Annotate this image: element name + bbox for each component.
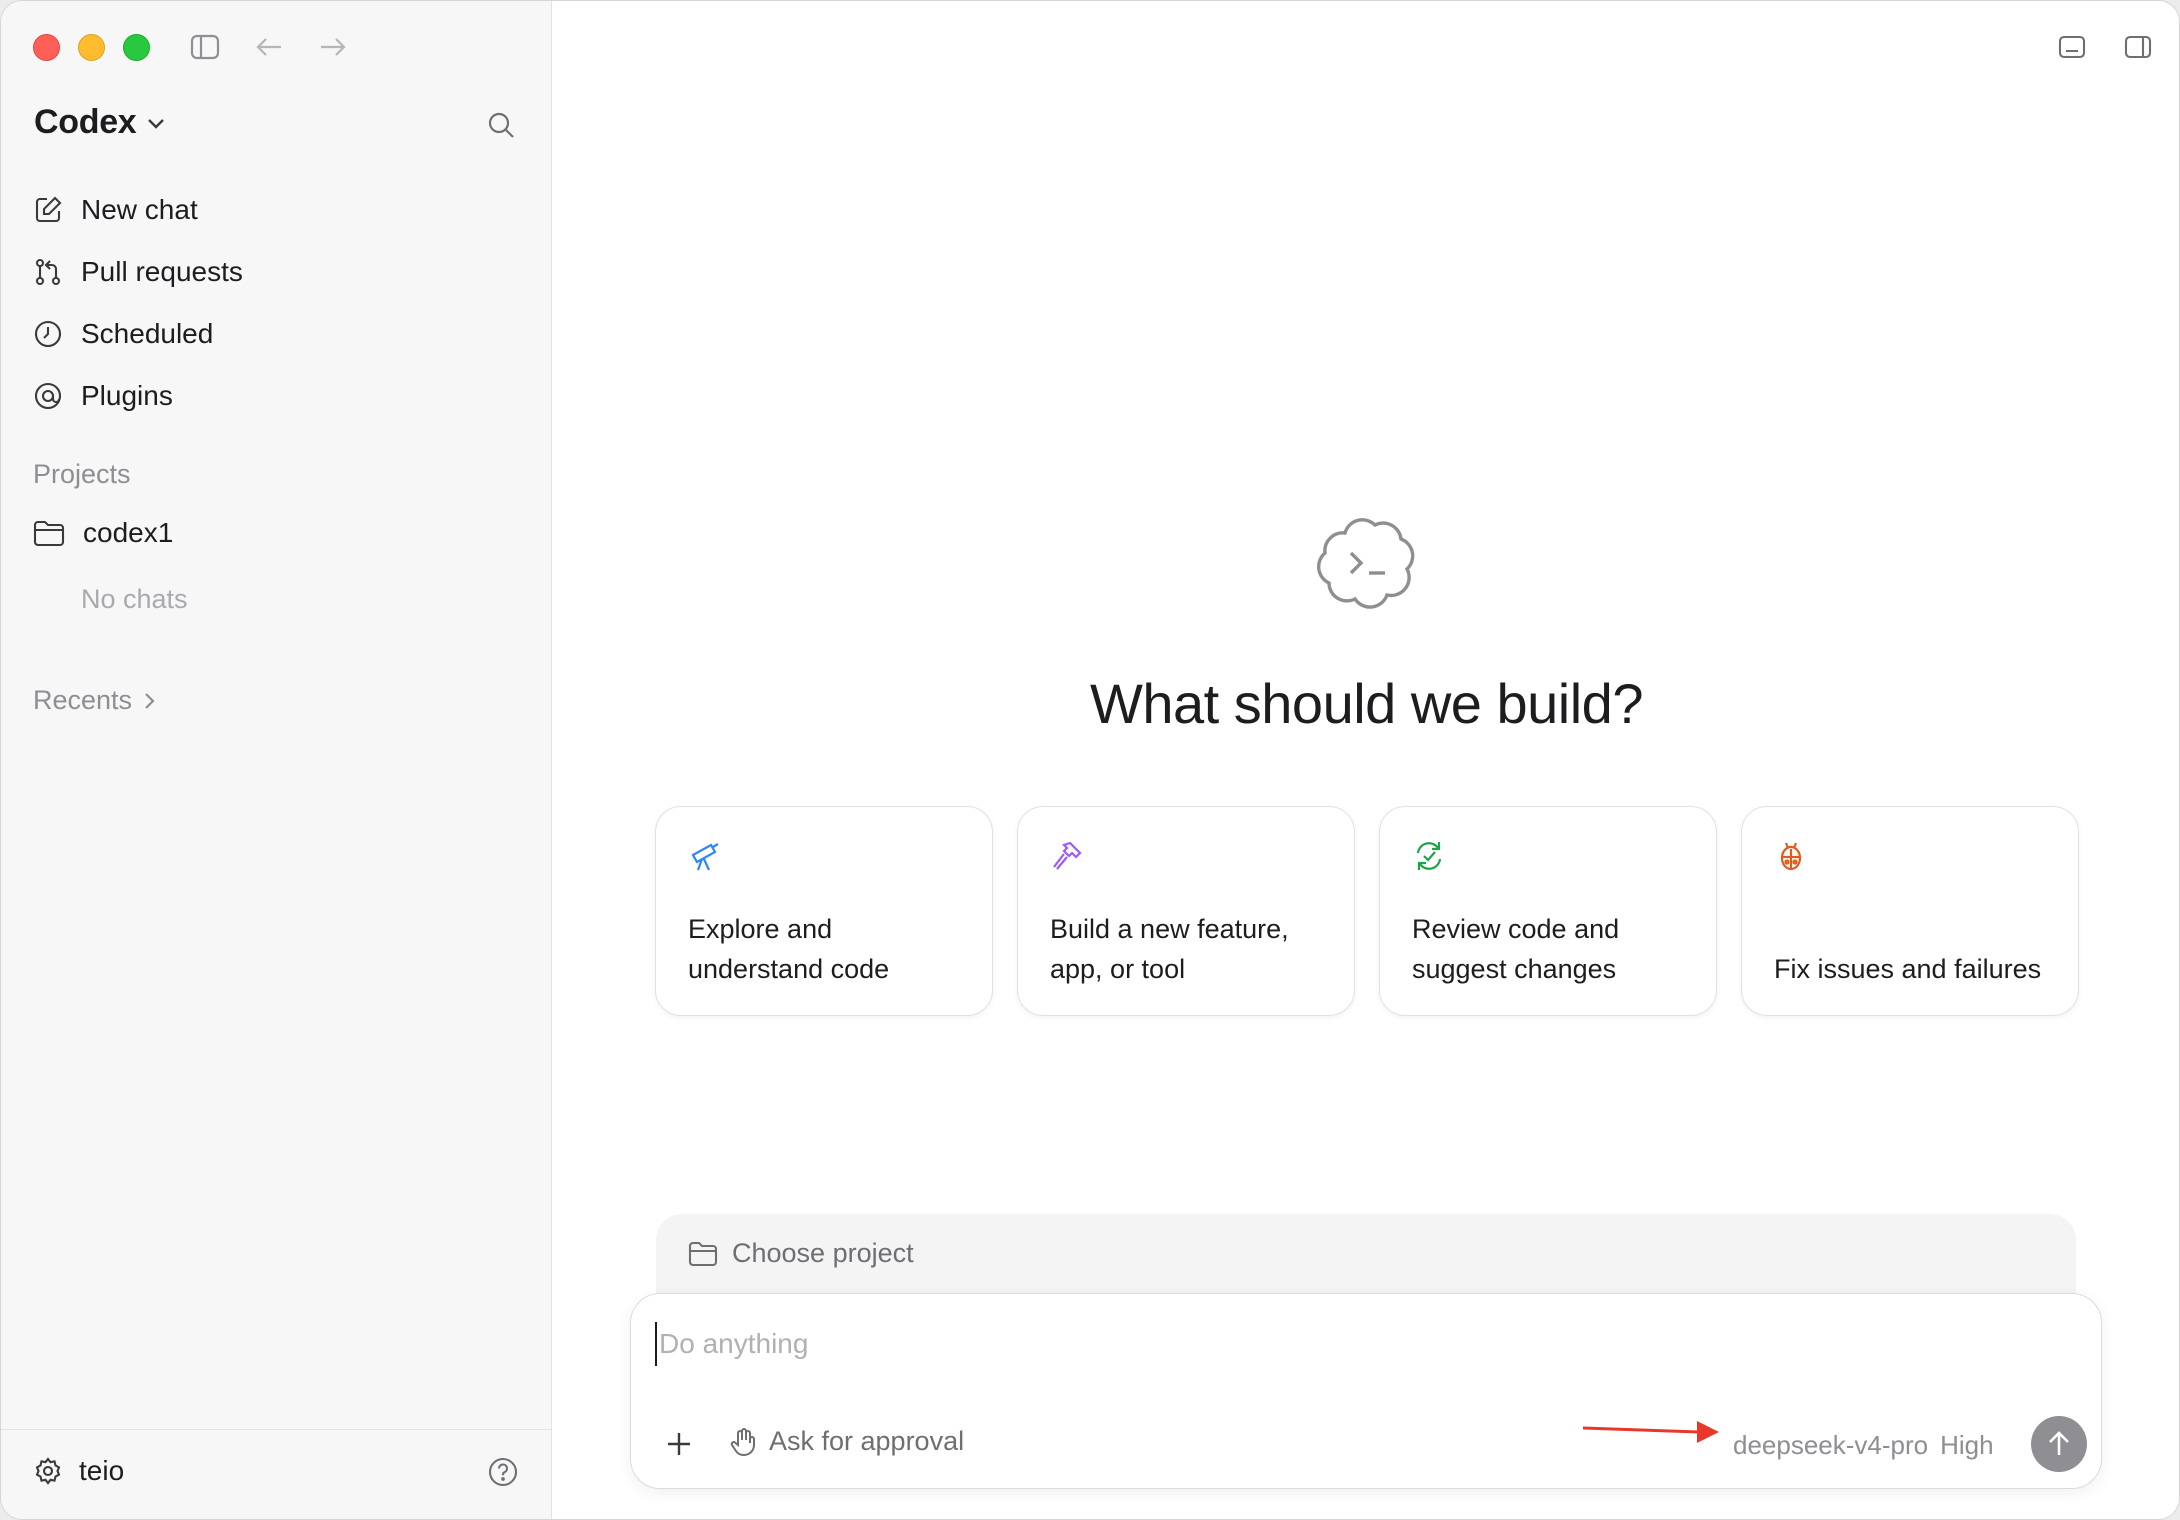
pull-request-icon	[35, 258, 61, 286]
folder-icon	[688, 1241, 718, 1266]
toggle-sidebar-button[interactable]	[187, 29, 223, 65]
model-selector[interactable]: deepseek-v4-pro High	[1733, 1430, 1994, 1461]
window-controls	[33, 34, 150, 61]
hero-title: What should we build?	[1090, 672, 1643, 735]
card-label: Review code and suggest changes	[1412, 914, 1620, 984]
add-attachment-button[interactable]	[661, 1426, 697, 1462]
suggestion-card-review[interactable]: Review code and suggest changes	[1379, 806, 1717, 1016]
folder-icon	[33, 520, 65, 547]
telescope-icon	[688, 839, 722, 873]
sidebar: Codex New chat Pull requests Scheduled P…	[1, 1, 552, 1519]
sidebar-footer: teio	[1, 1429, 552, 1519]
sidebar-item-label: Scheduled	[81, 318, 214, 349]
arrow-up-icon	[2049, 1431, 2069, 1455]
sidebar-item-label: New chat	[81, 194, 198, 225]
card-label: Fix issues and failures	[1774, 954, 2042, 984]
codex-logo	[1315, 513, 1419, 618]
send-button[interactable]	[2031, 1416, 2087, 1472]
forward-button[interactable]	[315, 29, 351, 65]
card-label: Build a new feature, app, or tool	[1050, 914, 1289, 984]
app-window: Codex New chat Pull requests Scheduled P…	[0, 0, 2180, 1520]
hand-icon	[730, 1427, 755, 1456]
annotation-arrow	[1581, 1412, 1721, 1457]
suggestion-card-build[interactable]: Build a new feature, app, or tool	[1017, 806, 1355, 1016]
clock-icon	[34, 320, 62, 348]
help-button[interactable]	[487, 1456, 519, 1493]
close-window-button[interactable]	[33, 34, 60, 61]
sidebar-search-button[interactable]	[483, 107, 519, 143]
user-name: teio	[79, 1455, 125, 1486]
suggestion-card-explore[interactable]: Explore and understand code	[655, 806, 993, 1016]
suggestion-cards: Explore and understand code Build a new …	[655, 806, 2079, 1016]
arrow-left-icon	[256, 38, 281, 56]
project-item-codex1[interactable]: codex1	[33, 517, 173, 549]
recents-toggle[interactable]: Recents	[33, 685, 156, 716]
bug-icon	[1774, 839, 1808, 873]
model-name: deepseek-v4-pro	[1733, 1430, 1929, 1460]
main-panel: What should we build? Explore and unders…	[552, 1, 2179, 1519]
composer: Ask for approval deepseek-v4-pro High	[630, 1293, 2102, 1489]
plugin-icon	[34, 382, 62, 410]
search-icon	[488, 112, 514, 138]
back-button[interactable]	[251, 29, 287, 65]
sidebar-item-pull-requests[interactable]: Pull requests	[33, 241, 523, 303]
sidebar-item-scheduled[interactable]: Scheduled	[33, 303, 523, 365]
workspace-switcher[interactable]: Codex	[34, 103, 166, 142]
project-name: codex1	[83, 517, 174, 548]
compose-icon	[35, 196, 62, 223]
sidebar-menu: New chat Pull requests Scheduled Plugins	[33, 179, 523, 427]
settings-button[interactable]: teio	[33, 1455, 124, 1487]
empty-chats-text: No chats	[81, 584, 188, 614]
help-icon	[488, 1457, 518, 1487]
sidebar-item-label: Plugins	[81, 380, 173, 411]
gear-icon	[35, 1457, 61, 1485]
terminal-cloud-icon	[1316, 518, 1415, 609]
review-cycle-icon	[1412, 839, 1446, 873]
sidebar-item-plugins[interactable]: Plugins	[33, 365, 523, 427]
right-panel-icon	[2124, 35, 2152, 59]
toggle-right-panel-button[interactable]	[2120, 29, 2156, 65]
brand-title: Codex	[34, 103, 137, 141]
suggestion-card-fix[interactable]: Fix issues and failures	[1741, 806, 2079, 1016]
plus-icon	[668, 1433, 690, 1455]
recents-label: Recents	[33, 685, 133, 715]
sidebar-item-new-chat[interactable]: New chat	[33, 179, 523, 241]
approval-mode-button[interactable]: Ask for approval	[729, 1426, 964, 1457]
projects-section-label: Projects	[33, 459, 131, 489]
chevron-right-icon	[145, 692, 155, 709]
card-label: Explore and understand code	[688, 914, 890, 984]
toggle-bottom-panel-button[interactable]	[2054, 29, 2090, 65]
sidebar-icon	[190, 34, 220, 60]
zoom-window-button[interactable]	[123, 34, 150, 61]
chevron-down-icon	[148, 118, 165, 129]
reasoning-effort: High	[1940, 1430, 1994, 1460]
prompt-input[interactable]	[655, 1322, 1655, 1366]
sidebar-item-label: Pull requests	[81, 256, 243, 287]
bottom-panel-icon	[2058, 35, 2086, 59]
arrow-right-icon	[321, 38, 346, 56]
choose-project-label: Choose project	[732, 1238, 914, 1268]
approval-label: Ask for approval	[769, 1426, 965, 1456]
minimize-window-button[interactable]	[78, 34, 105, 61]
hammer-icon	[1050, 839, 1084, 873]
